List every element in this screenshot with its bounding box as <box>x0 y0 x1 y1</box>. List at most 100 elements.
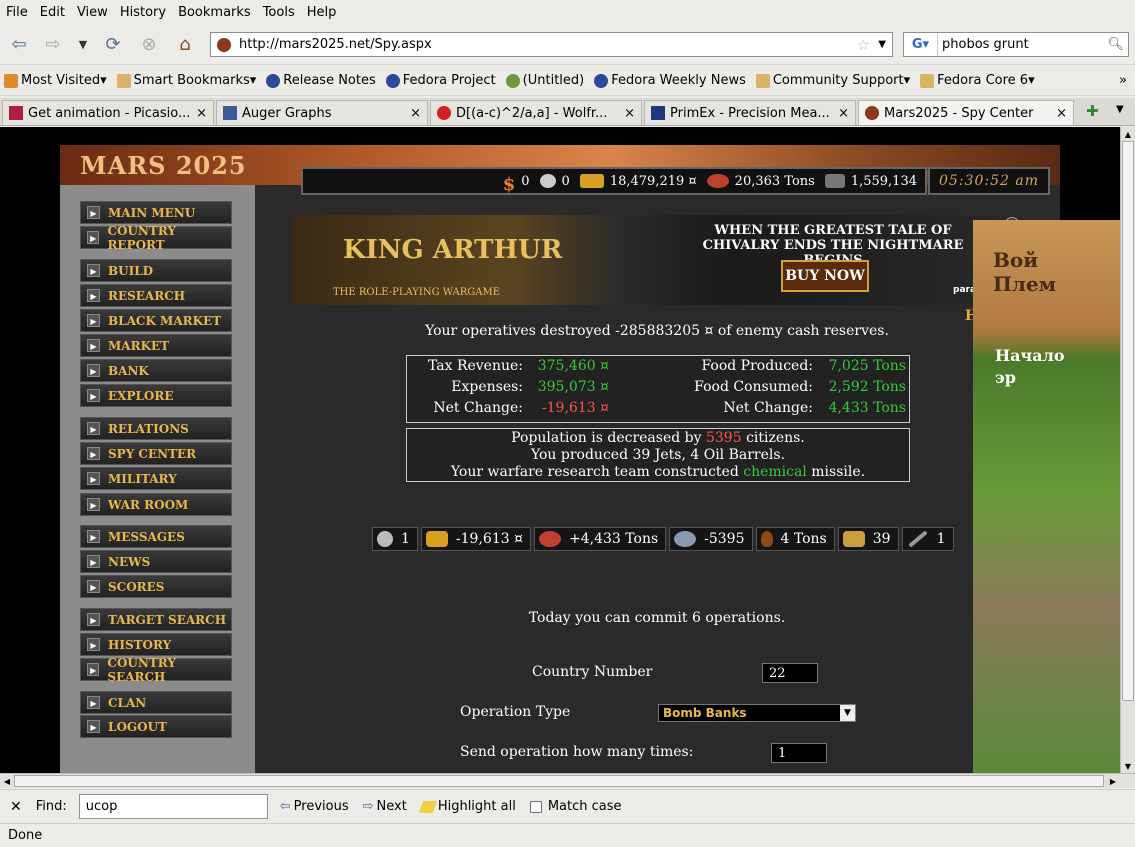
country-number-input[interactable]: 22 <box>762 663 818 683</box>
primex-icon <box>651 106 665 120</box>
arrow-icon: ▶ <box>87 472 100 485</box>
mars2025-logo: MARS 2025 <box>80 151 247 180</box>
find-input[interactable]: ucop <box>78 794 268 819</box>
home-icon[interactable]: ⌂ <box>172 31 198 57</box>
menu-explore[interactable]: ▶ EXPLORE <box>80 384 232 407</box>
google-engine-icon[interactable]: G▾ <box>904 33 938 56</box>
menu-bookmarks[interactable]: Bookmarks <box>174 5 255 20</box>
tab-mars2025[interactable]: Mars2025 - Spy Center × <box>858 100 1074 125</box>
send-times-input[interactable]: 1 <box>771 743 827 763</box>
url-input[interactable] <box>239 37 839 52</box>
tab-wolfram[interactable]: D[(a-c)^2/a,a] - Wolfr... × <box>430 100 642 125</box>
tab-picasion[interactable]: Get animation - Picasio... × <box>2 100 214 125</box>
menu-logout[interactable]: ▶ LOGOUT <box>80 715 232 738</box>
menu-military[interactable]: ▶ MILITARY <box>80 467 232 490</box>
vertical-scrollbar[interactable]: ▲ ▼ <box>1120 127 1135 773</box>
menu-view[interactable]: View <box>73 5 112 20</box>
folder-icon <box>116 73 131 88</box>
close-tab-icon[interactable]: × <box>624 106 635 121</box>
vertical-scroll-thumb[interactable] <box>1122 141 1134 701</box>
url-bar[interactable]: ☆ ▼ <box>210 32 893 57</box>
menu-research[interactable]: ▶ RESEARCH <box>80 284 232 307</box>
close-tab-icon[interactable]: × <box>196 106 207 121</box>
operation-type-select[interactable]: Bomb Banks ▼ <box>658 704 856 722</box>
right-side-ad[interactable]: Вой Плем Начало эр <box>973 220 1120 773</box>
expenses-value: 395,073 ¤ <box>537 379 609 395</box>
food-net-change-value: 4,433 Tons <box>828 400 906 416</box>
menu-market[interactable]: ▶ MARKET <box>80 334 232 357</box>
close-tab-icon[interactable]: × <box>410 106 421 121</box>
search-icon[interactable]: 🔍︎ <box>1107 37 1124 52</box>
menu-tools[interactable]: Tools <box>259 5 299 20</box>
bookmark-star-icon[interactable]: ☆ <box>857 36 870 54</box>
tab-auger-graphs[interactable]: Auger Graphs × <box>216 100 428 125</box>
bookmark-release-notes[interactable]: Release Notes <box>266 73 376 88</box>
menu-history[interactable]: ▶ HISTORY <box>80 633 232 656</box>
menu-relations[interactable]: ▶ RELATIONS <box>80 417 232 440</box>
bookmark-fedora-core-6[interactable]: Fedora Core 6 ▾ <box>920 73 1035 88</box>
bookmarks-toolbar: Most Visited ▾ Smart Bookmarks ▾ Release N… <box>0 66 1135 96</box>
bookmark-smart-bookmarks[interactable]: Smart Bookmarks ▾ <box>116 73 256 88</box>
search-input[interactable] <box>938 37 1098 52</box>
menu-messages[interactable]: ▶ MESSAGES <box>80 525 232 548</box>
new-tab-icon[interactable]: ✚ <box>1086 102 1099 120</box>
menu-history[interactable]: History <box>116 5 170 20</box>
menu-clan[interactable]: ▶ CLAN <box>80 691 232 714</box>
menu-news[interactable]: ▶ NEWS <box>80 550 232 573</box>
menu-spy-center[interactable]: ▶ SPY CENTER <box>80 442 232 465</box>
status-text: Done <box>8 828 43 843</box>
bookmark-fedora-weekly-news[interactable]: Fedora Weekly News <box>594 73 746 88</box>
scroll-down-icon[interactable]: ▼ <box>1121 759 1135 773</box>
highlight-all-button[interactable]: Highlight all <box>418 799 516 814</box>
picasion-icon <box>9 106 23 120</box>
history-dropdown-icon[interactable]: ▼ <box>70 31 96 57</box>
menu-help[interactable]: Help <box>303 5 341 20</box>
close-find-icon[interactable]: ✕ <box>10 799 22 815</box>
stop-icon[interactable]: ⊗ <box>136 31 162 57</box>
close-tab-icon[interactable]: × <box>838 106 849 121</box>
menu-bank[interactable]: ▶ BANK <box>80 359 232 382</box>
tax-revenue-value: 375,460 ¤ <box>537 358 609 374</box>
bookmark-fedora-project[interactable]: Fedora Project <box>385 73 496 88</box>
bookmark-community-support[interactable]: Community Support ▾ <box>755 73 910 88</box>
menu-file[interactable]: File <box>2 5 32 20</box>
horizontal-scroll-thumb[interactable] <box>14 775 1104 787</box>
chevron-more-icon[interactable]: » <box>1119 73 1127 88</box>
search-bar[interactable]: G▾ 🔍︎ <box>903 32 1129 57</box>
send-times-label: Send operation how many times: <box>460 744 694 760</box>
food-icon <box>706 174 729 188</box>
horizontal-scrollbar[interactable]: ◀ ▶ <box>0 773 1135 788</box>
bookmark-untitled[interactable]: (Untitled) <box>505 73 584 88</box>
scroll-up-icon[interactable]: ▲ <box>1121 127 1135 141</box>
find-previous-button[interactable]: ⇦ Previous <box>280 799 349 814</box>
menu-edit[interactable]: Edit <box>36 5 69 20</box>
menu-country-report[interactable]: ▶ COUNTRY REPORT <box>80 224 232 252</box>
find-next-button[interactable]: ⇨ Next <box>363 799 407 814</box>
back-icon[interactable]: ⇦ <box>6 31 32 57</box>
menu-bar: File Edit View History Bookmarks Tools H… <box>0 0 1135 25</box>
url-dropdown-icon[interactable]: ▼ <box>878 39 886 50</box>
menu-country-search[interactable]: ▶ COUNTRY SEARCH <box>80 656 232 684</box>
chip-population: -5395 <box>669 527 753 551</box>
arrow-icon: ▶ <box>87 530 100 543</box>
match-case-checkbox[interactable]: Match case <box>529 799 622 814</box>
ad-buy-now-button[interactable]: BUY NOW <box>781 260 869 292</box>
close-tab-icon[interactable]: × <box>1056 106 1067 121</box>
scroll-right-icon[interactable]: ▶ <box>1106 774 1120 788</box>
scroll-left-icon[interactable]: ◀ <box>0 774 14 788</box>
bookmark-most-visited[interactable]: Most Visited ▾ <box>4 73 107 88</box>
chevron-down-icon[interactable]: ▼ <box>840 705 855 721</box>
menu-war-room[interactable]: ▶ WAR ROOM <box>80 493 232 516</box>
king-arthur-ad-banner[interactable]: KING ARTHUR THE ROLE-PLAYING WARGAME WHE… <box>293 215 1021 305</box>
menu-target-search[interactable]: ▶ TARGET SEARCH <box>80 608 232 631</box>
folder-icon <box>920 73 935 88</box>
menu-black-market[interactable]: ▶ BLACK MARKET <box>80 309 232 332</box>
checkbox-icon[interactable] <box>529 800 542 813</box>
menu-scores[interactable]: ▶ SCORES <box>80 575 232 598</box>
reload-icon[interactable]: ⟳ <box>100 31 126 57</box>
tab-primex[interactable]: PrimEx - Precision Mea... × <box>644 100 856 125</box>
forward-icon[interactable]: ⇨ <box>40 31 66 57</box>
menu-build[interactable]: ▶ BUILD <box>80 259 232 282</box>
tab-list-icon[interactable]: ▼ <box>1116 104 1124 115</box>
menu-main-menu[interactable]: ▶ MAIN MENU <box>80 201 232 224</box>
